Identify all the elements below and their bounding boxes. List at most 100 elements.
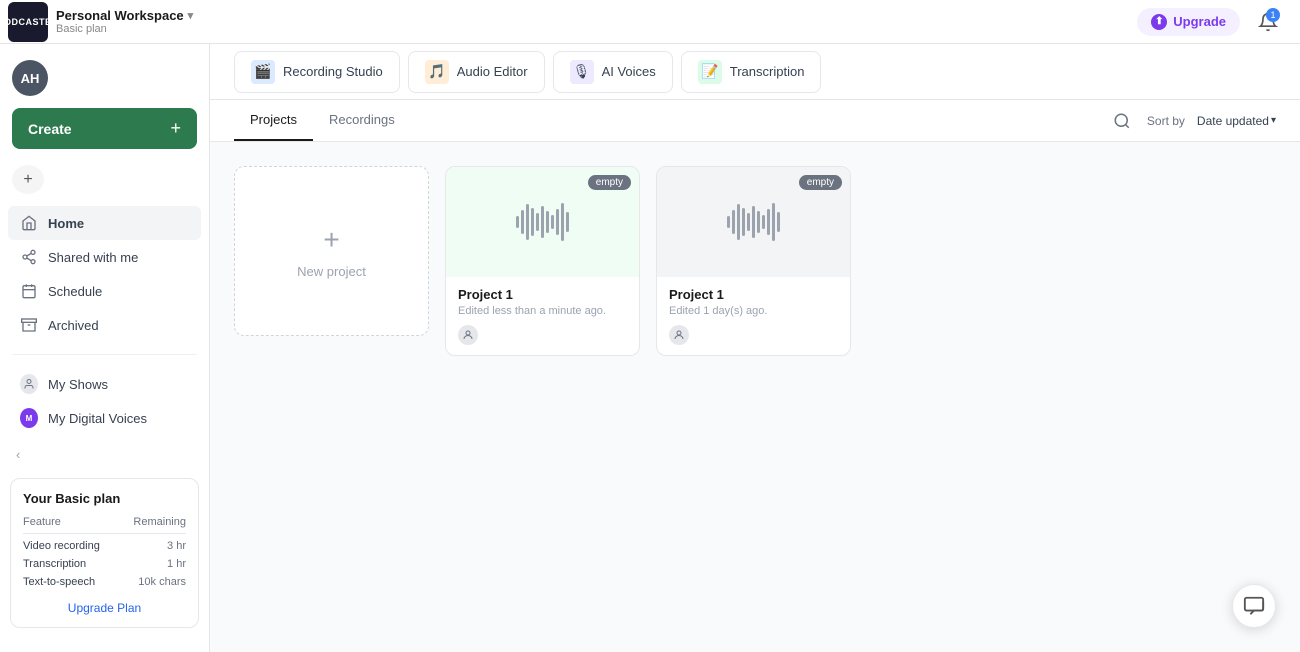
basic-plan-title: Your Basic plan [23,491,186,506]
audio-editor-icon: 🎵 [425,60,449,84]
create-button[interactable]: Create + [12,108,197,149]
project-title-1: Project 1 [458,287,627,302]
calendar-icon [20,282,38,300]
plan-table: Feature Remaining Video recording3 hrTra… [23,514,186,591]
plus-icon-small: + [23,171,32,189]
toolbar: 🎬 Recording Studio 🎵 Audio Editor 🎙 AI V… [210,44,1300,100]
tabs-right: Sort by Date updated ▾ [1109,108,1276,134]
topbar-right: ⬆ Upgrade 1 [1137,6,1284,38]
nav-section-main: Home Shared with me Schedule Archived [0,202,209,346]
project-avatar-2 [669,325,689,345]
basic-plan-card: Your Basic plan Feature Remaining Video … [10,478,199,628]
project-card-2[interactable]: empty P [656,166,851,356]
col-remaining: Remaining [120,514,186,530]
sidebar-item-label: Shared with me [48,250,138,265]
ai-voices-button[interactable]: 🎙 AI Voices [553,51,673,93]
share-icon [20,248,38,266]
transcription-button[interactable]: 📝 Transcription [681,51,822,93]
projects-grid: + New project empty [210,142,1300,652]
sidebar-item-schedule[interactable]: Schedule [8,274,201,308]
logo: PODCASTER [8,2,48,42]
sidebar-item-archived[interactable]: Archived [8,308,201,342]
plan-remaining: 3 hr [120,537,186,555]
audio-editor-button[interactable]: 🎵 Audio Editor [408,51,545,93]
add-new-button[interactable]: + [12,165,44,194]
home-icon [20,214,38,232]
workspace-name[interactable]: Personal Workspace ▾ [56,8,193,23]
project-time-2: Edited 1 day(s) ago. [669,305,838,317]
sidebar-collapse-button[interactable]: ‹ [16,447,20,462]
new-project-card[interactable]: + New project [234,166,429,336]
plus-icon: + [170,118,181,139]
project-info-1: Project 1 Edited less than a minute ago. [446,277,639,355]
upgrade-plan-link[interactable]: Upgrade Plan [23,601,186,615]
workspace-plan: Basic plan [56,23,193,35]
chat-icon [1243,595,1265,617]
archive-icon [20,316,38,334]
project-title-2: Project 1 [669,287,838,302]
topbar-left: PODCASTER Personal Workspace ▾ Basic pla… [8,2,193,42]
sidebar-item-digital-voices[interactable]: M My Digital Voices [8,401,201,435]
upgrade-button[interactable]: ⬆ Upgrade [1137,8,1240,36]
chevron-down-icon: ▾ [188,9,194,22]
plan-row: Transcription1 hr [23,555,186,573]
transcription-icon: 📝 [698,60,722,84]
new-project-label: New project [297,264,366,279]
plan-feature: Video recording [23,537,120,555]
sidebar: AH Create + + Home Shared with me [0,44,210,652]
upgrade-icon: ⬆ [1151,14,1167,30]
project-time-1: Edited less than a minute ago. [458,305,627,317]
waveform-icon-2 [727,202,780,242]
recording-studio-button[interactable]: 🎬 Recording Studio [234,51,400,93]
project-info-2: Project 1 Edited 1 day(s) ago. [657,277,850,355]
chevron-down-icon: ▾ [1271,115,1276,126]
tabs: Projects Recordings [234,100,411,141]
plus-icon: + [323,224,339,256]
tabs-bar: Projects Recordings Sort by Date updated… [210,100,1300,142]
sidebar-top: AH Create + [0,44,209,157]
notification-badge: 1 [1266,8,1280,22]
project-avatar-1 [458,325,478,345]
waveform-icon-1 [516,202,569,242]
plan-feature: Transcription [23,555,120,573]
tab-recordings[interactable]: Recordings [313,100,411,141]
empty-badge-1: empty [588,175,631,190]
ai-voices-icon: 🎙 [570,60,594,84]
content-area: 🎬 Recording Studio 🎵 Audio Editor 🎙 AI V… [210,44,1300,652]
my-shows-icon [20,375,38,393]
tab-projects[interactable]: Projects [234,100,313,141]
sidebar-item-label: Archived [48,318,99,333]
plan-remaining: 1 hr [120,555,186,573]
plan-row: Video recording3 hr [23,537,186,555]
search-button[interactable] [1109,108,1135,134]
workspace-info: Personal Workspace ▾ Basic plan [56,8,193,35]
sidebar-item-label: Schedule [48,284,102,299]
topbar: PODCASTER Personal Workspace ▾ Basic pla… [0,0,1300,44]
chat-button[interactable] [1232,584,1276,628]
sidebar-item-label: My Shows [48,377,108,392]
digital-voices-icon: M [20,409,38,427]
col-feature: Feature [23,514,120,530]
project-card-1[interactable]: empty P [445,166,640,356]
nav-divider [12,354,197,355]
sidebar-item-label: Home [48,216,84,231]
recording-studio-icon: 🎬 [251,60,275,84]
sidebar-item-label: My Digital Voices [48,411,147,426]
notification-button[interactable]: 1 [1252,6,1284,38]
sidebar-item-shared[interactable]: Shared with me [8,240,201,274]
sidebar-item-my-shows[interactable]: My Shows [8,367,201,401]
nav-section-secondary: My Shows M My Digital Voices [0,363,209,439]
empty-badge-2: empty [799,175,842,190]
sort-label: Sort by [1147,114,1185,128]
sidebar-collapse-area: ‹ [0,439,209,470]
sidebar-item-home[interactable]: Home [8,206,201,240]
project-thumbnail-1: empty [446,167,639,277]
sort-value[interactable]: Date updated ▾ [1197,114,1276,128]
plan-remaining: 10k chars [120,573,186,591]
plan-feature: Text-to-speech [23,573,120,591]
plan-row: Text-to-speech10k chars [23,573,186,591]
avatar[interactable]: AH [12,60,48,96]
main-layout: AH Create + + Home Shared with me [0,44,1300,652]
search-icon [1113,112,1131,130]
project-thumbnail-2: empty [657,167,850,277]
